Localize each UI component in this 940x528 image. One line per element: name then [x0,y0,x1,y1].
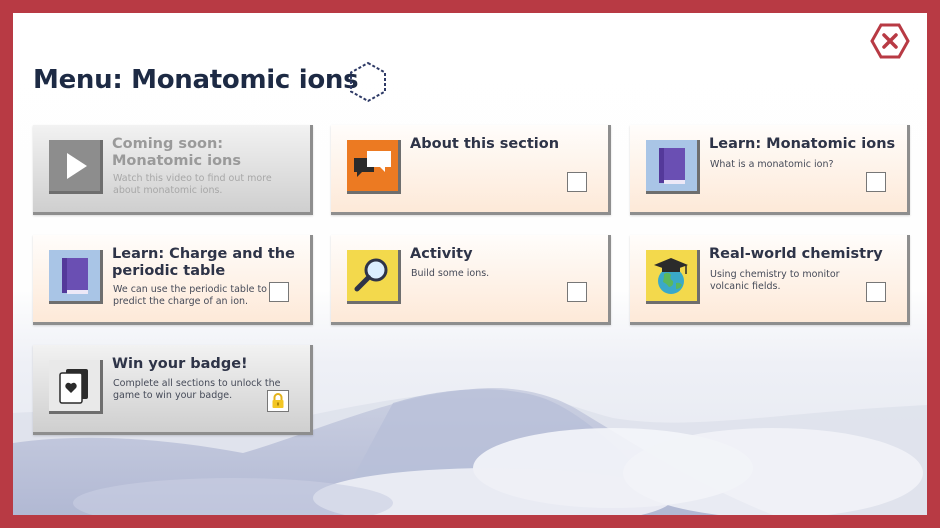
card-title: Coming soon: Monatomic ions [112,136,241,169]
card-description: Build some ions. [411,268,490,279]
padlock-icon [272,393,284,408]
card-description: Using chemistry to monitor volcanic fiel… [710,269,840,292]
book-icon [646,140,700,194]
card-title: Activity [410,246,473,262]
card-title: Learn: Charge and the periodic table [112,246,295,279]
card-learn-charge-periodic-table[interactable]: Learn: Charge and the periodic table We … [33,235,313,325]
card-description: What is a monatomic ion? [710,159,834,170]
locked-indicator [267,390,289,412]
play-icon [49,140,103,194]
card-description: Watch this video to find out more about … [113,173,272,196]
completion-checkbox[interactable] [567,172,587,192]
card-title: Win your badge! [112,356,248,372]
completion-checkbox[interactable] [567,282,587,302]
card-learn-monatomic-ions[interactable]: Learn: Monatomic ions What is a monatomi… [630,125,910,215]
completion-checkbox[interactable] [269,282,289,302]
card-title: Learn: Monatomic ions [709,136,896,152]
card-activity[interactable]: Activity Build some ions. [331,235,611,325]
card-win-badge[interactable]: Win your badge! Complete all sections to… [33,345,313,435]
page-title: Menu: Monatomic ions [33,65,359,95]
heart-card-icon [49,360,103,414]
card-title: About this section [410,136,560,152]
card-coming-soon-video[interactable]: Coming soon: Monatomic ions Watch this v… [33,125,313,215]
globe-graduation-cap-icon [646,250,700,304]
card-description: We can use the periodic table to predict… [113,284,267,307]
close-icon [870,23,910,59]
card-about-section[interactable]: About this section [331,125,611,215]
card-real-world-chemistry[interactable]: Real-world chemistry Using chemistry to … [630,235,910,325]
menu-panel: Menu: Monatomic ions Coming soon: Monato… [13,13,927,515]
book-icon [49,250,103,304]
completion-checkbox[interactable] [866,282,886,302]
magnifier-icon [347,250,401,304]
card-title: Real-world chemistry [709,246,883,262]
close-button[interactable] [870,23,910,59]
completion-checkbox[interactable] [866,172,886,192]
speech-bubbles-icon [347,140,401,194]
hexagon-badge-icon [350,61,386,103]
card-description: Complete all sections to unlock the game… [113,378,281,401]
